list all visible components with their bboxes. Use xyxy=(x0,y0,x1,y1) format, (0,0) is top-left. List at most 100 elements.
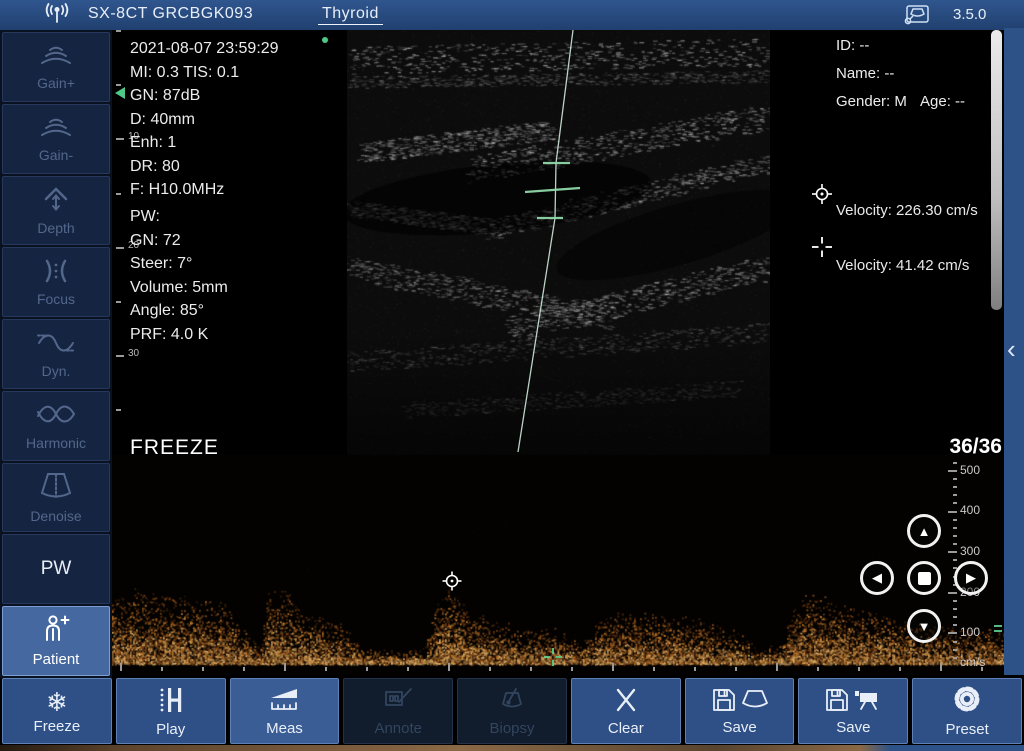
meas-button[interactable]: Meas xyxy=(230,678,340,744)
ruler-tick xyxy=(953,624,957,626)
biopsy-button: Biopsy xyxy=(457,678,567,744)
param-steer: Steer: 7° xyxy=(130,252,228,276)
stop-icon xyxy=(918,572,931,585)
ruler-tick xyxy=(953,478,957,480)
right-arrow-icon: ▶ xyxy=(966,570,976,586)
save-image-button[interactable]: Save xyxy=(685,678,795,744)
dynamic-range-icon xyxy=(33,330,79,361)
left-arrow-icon: ◀ xyxy=(872,570,882,586)
freeze-button[interactable]: ❄ Freeze xyxy=(2,678,112,744)
ruler-tick xyxy=(202,667,204,671)
focus-icon xyxy=(34,258,78,289)
sidebar-item-pw[interactable]: PW xyxy=(2,534,110,604)
ruler-tick xyxy=(489,667,491,671)
velocity-measurement-1: Velocity: 226.30 cm/s xyxy=(836,202,978,219)
sidebar-item-focus[interactable]: Focus xyxy=(2,247,110,317)
tab-thyroid[interactable]: Thyroid xyxy=(318,5,383,25)
clear-button[interactable]: Clear xyxy=(571,678,681,744)
ruler-tick xyxy=(940,663,942,671)
ruler-tick xyxy=(953,616,957,618)
ruler-tick xyxy=(325,667,327,671)
param-depth: D: 40mm xyxy=(130,108,279,132)
annote-button: Annote xyxy=(343,678,453,744)
cine-down-button[interactable]: ▼ xyxy=(907,609,941,643)
cine-stop-button[interactable] xyxy=(907,561,941,595)
param-enhance: Enh: 1 xyxy=(130,131,279,155)
param-datetime: 2021-08-07 23:59:29 xyxy=(130,37,279,61)
velocity-measurement-2: Velocity: 41.42 cm/s xyxy=(836,257,969,274)
velocity-tick-label: 500 xyxy=(960,463,980,477)
ruler-tick xyxy=(953,649,957,651)
velocity-tick-label: 300 xyxy=(960,544,980,558)
patient-icon xyxy=(36,614,76,649)
ruler-tick xyxy=(953,600,957,602)
param-mi-tis: MI: 0.3 TIS: 0.1 xyxy=(130,61,279,85)
depth-label: 30 xyxy=(128,348,139,359)
ruler-tick xyxy=(116,84,121,86)
ruler-tick xyxy=(243,667,245,671)
play-button[interactable]: Play xyxy=(116,678,226,744)
cine-up-button[interactable]: ▲ xyxy=(907,514,941,548)
preset-button[interactable]: Preset xyxy=(912,678,1022,744)
gain-minus-icon xyxy=(34,115,78,145)
ruler-tick xyxy=(953,535,957,537)
sidebar-item-depth[interactable]: Depth xyxy=(2,176,110,246)
collapse-panel-chevron[interactable]: ‹ xyxy=(1007,336,1016,362)
measure-icon xyxy=(267,686,301,719)
ruler-tick xyxy=(948,592,957,594)
ruler-tick xyxy=(981,667,983,671)
param-dynamic-range: DR: 80 xyxy=(130,155,279,179)
floppy-icon xyxy=(824,687,850,718)
ruler-tick xyxy=(530,667,532,671)
probe-icon[interactable] xyxy=(903,4,931,31)
ruler-tick xyxy=(953,462,957,464)
ruler-tick xyxy=(953,502,957,504)
sidebar-item-dyn[interactable]: Dyn. xyxy=(2,319,110,389)
psv-cursor-marker xyxy=(441,570,463,597)
ruler-tick xyxy=(407,667,409,671)
sidebar-item-gain-minus[interactable]: Gain- xyxy=(2,104,110,174)
video-camera-icon xyxy=(854,687,882,718)
sidebar-item-denoise[interactable]: Denoise xyxy=(2,463,110,533)
param-pw-header: PW: xyxy=(130,205,228,229)
ruler-tick xyxy=(366,667,368,671)
ruler-tick xyxy=(817,667,819,671)
ruler-tick xyxy=(694,667,696,671)
ruler-tick xyxy=(120,663,122,671)
harmonic-icon xyxy=(33,400,79,433)
ruler-tick xyxy=(116,301,121,303)
scrollbar-thumb[interactable] xyxy=(991,30,1002,310)
pw-parameters: PW: GN: 72 Steer: 7° Volume: 5mm Angle: … xyxy=(130,205,228,346)
ruler-tick xyxy=(116,409,121,411)
ruler-tick xyxy=(161,667,163,671)
param-pw-gain: GN: 72 xyxy=(130,229,228,253)
device-name: SX-8CT GRCBGK093 xyxy=(88,5,253,23)
ruler-tick xyxy=(953,486,957,488)
sidebar-item-gain-plus[interactable]: Gain+ xyxy=(2,32,110,102)
cine-prev-button[interactable]: ◀ xyxy=(860,561,894,595)
sidebar-item-harmonic[interactable]: Harmonic xyxy=(2,391,110,461)
save-video-button[interactable]: Save xyxy=(798,678,908,744)
param-frequency: F: H10.0MHz xyxy=(130,178,279,202)
time-axis xyxy=(112,663,1005,673)
param-gain: GN: 87dB xyxy=(130,84,279,108)
snowflake-icon: ❄ xyxy=(46,687,68,717)
down-arrow-icon: ▼ xyxy=(918,619,931,634)
film-play-icon xyxy=(156,685,186,720)
ruler-tick xyxy=(284,663,286,671)
patient-name: Name: -- xyxy=(836,65,894,82)
floppy-icon xyxy=(711,687,737,718)
sidebar-item-patient[interactable]: Patient xyxy=(2,606,110,676)
sector-image-icon xyxy=(741,688,769,717)
ultrasound-app: SX-8CT GRCBGK093 Thyroid 3.5.0 Gain+ xyxy=(0,0,1024,751)
ruler-tick xyxy=(948,551,957,553)
biopsy-icon xyxy=(496,686,528,719)
ruler-tick xyxy=(953,657,957,659)
ruler-tick xyxy=(612,663,614,671)
depth-icon xyxy=(34,185,78,218)
bmode-parameters: 2021-08-07 23:59:29 MI: 0.3 TIS: 0.1 GN:… xyxy=(130,37,279,202)
cine-next-button[interactable]: ▶ xyxy=(954,561,988,595)
software-version: 3.5.0 xyxy=(953,6,986,23)
playback-progress-bar[interactable] xyxy=(0,745,1024,751)
ruler-tick xyxy=(948,511,957,513)
